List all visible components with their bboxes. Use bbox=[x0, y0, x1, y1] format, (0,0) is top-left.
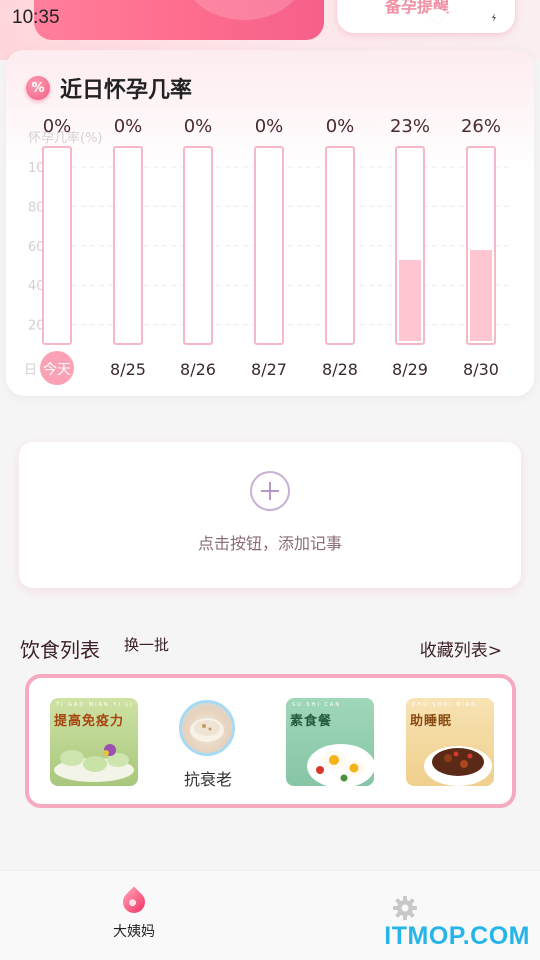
add-note-card[interactable]: 点击按钮，添加记事 bbox=[19, 442, 521, 588]
diet-item-vegetarian[interactable]: SU SHI CAN 素食餐 bbox=[286, 698, 374, 786]
bar-outline bbox=[325, 146, 355, 345]
wifi-icon bbox=[426, 8, 448, 26]
status-time: 10:35 bbox=[12, 7, 60, 28]
bar-outline bbox=[113, 146, 143, 345]
add-note-hint: 点击按钮，添加记事 bbox=[197, 534, 342, 553]
watermark: ITMOP.COM bbox=[384, 922, 530, 950]
dumplings-image bbox=[54, 744, 134, 782]
bar-fill bbox=[399, 260, 421, 341]
status-icons bbox=[426, 8, 500, 26]
egg-salad-image bbox=[307, 744, 374, 786]
diet-list-title: 饮食列表 bbox=[20, 638, 100, 662]
diet-item-anti-aging-image[interactable] bbox=[179, 700, 235, 756]
x-tick-label: 今天 bbox=[43, 362, 71, 378]
pregnancy-chance-card: % 近日怀孕几率 怀孕几率(%) 20 40 60 80 100 0% 0% 0% 0% 0% 23%… bbox=[6, 50, 534, 396]
bar-value-label: 26% bbox=[461, 116, 501, 137]
x-tick-label: 8/26 bbox=[180, 360, 216, 379]
x-tick-label: 8/28 bbox=[322, 360, 358, 379]
diet-item-immunity[interactable]: TI GAO MIAN YI LI 提高免疫力 bbox=[50, 698, 138, 786]
battery-icon bbox=[489, 8, 499, 25]
diet-list-panel: TI GAO MIAN YI LI 提高免疫力 抗衰老 SU SHI CAN 素… bbox=[25, 674, 516, 808]
bar-value-label: 0% bbox=[326, 116, 355, 137]
rice-pudding-image bbox=[190, 718, 224, 742]
x-tick-label: 8/30 bbox=[463, 360, 499, 379]
period-status-card[interactable]: 天 bbox=[34, 0, 324, 40]
add-icon[interactable] bbox=[250, 471, 290, 511]
diet-refresh-button[interactable]: 换一批 bbox=[124, 634, 169, 655]
bar-value-label: 0% bbox=[255, 116, 284, 137]
x-tick-label: 8/27 bbox=[251, 360, 287, 379]
signal-icon bbox=[455, 9, 471, 25]
bar-value-label: 0% bbox=[184, 116, 213, 137]
drop-icon bbox=[118, 886, 150, 918]
nav-tab-period[interactable]: 大姨妈 bbox=[104, 886, 164, 941]
decorative-bubble bbox=[184, 0, 304, 20]
bar-value-label: 0% bbox=[43, 116, 72, 137]
bar-outline bbox=[183, 146, 213, 345]
bar-value-label: 23% bbox=[390, 116, 430, 137]
bar-value-label: 0% bbox=[114, 116, 143, 137]
x-axis-prefix: 日 bbox=[24, 363, 37, 378]
bar-fill bbox=[470, 250, 492, 341]
favorites-link[interactable]: 收藏列表> bbox=[420, 636, 502, 661]
diet-item-anti-aging-label: 抗衰老 bbox=[183, 770, 232, 789]
x-tick-label: 8/29 bbox=[392, 360, 428, 379]
gear-icon[interactable] bbox=[392, 895, 418, 921]
pregnancy-chance-chart: 怀孕几率(%)204060801000% 0% 0% 0% 0% 23% 26%日 今天 8/2… bbox=[24, 116, 511, 385]
x-tick-label: 8/25 bbox=[110, 360, 146, 379]
stir-fry-image bbox=[424, 746, 492, 786]
diet-item-sleep[interactable]: ZHU SHUI MIAN 助睡眠 bbox=[406, 698, 494, 786]
nav-tab-period-label: 大姨妈 bbox=[113, 924, 155, 940]
bar-outline bbox=[42, 146, 72, 345]
bar-outline bbox=[254, 146, 284, 345]
